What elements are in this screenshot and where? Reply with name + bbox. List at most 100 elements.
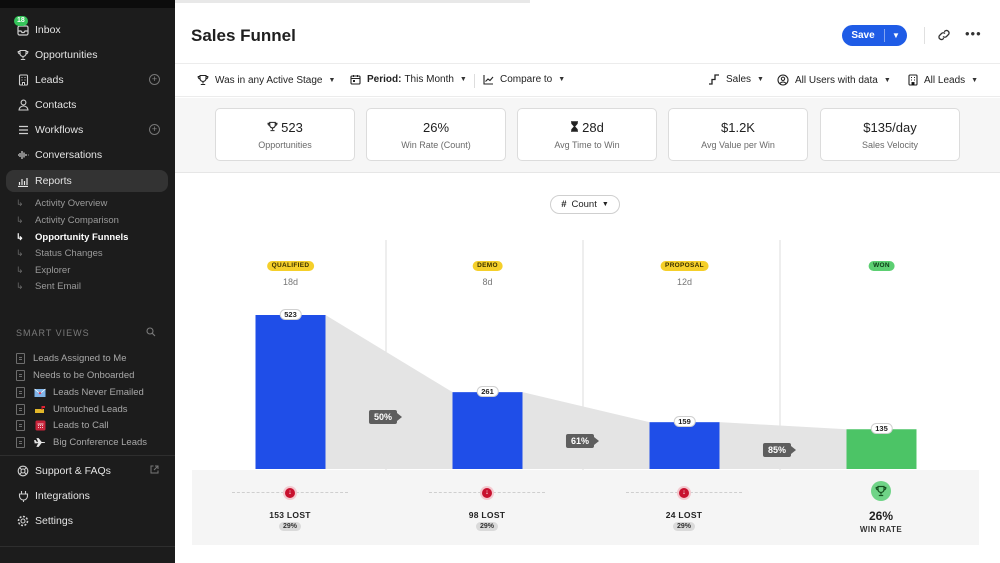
sub-item-label: Opportunity Funnels [35, 232, 129, 243]
subitem-arrow-icon: ↳ [16, 215, 24, 225]
stage-days: 18d [282, 277, 299, 287]
smart-view-item[interactable]: Leads to Call [16, 418, 108, 433]
sidebar-item-label: Integrations [35, 490, 90, 502]
bar-value-label: 261 [476, 386, 499, 398]
sidebar-item-label: Leads [35, 74, 64, 86]
airplane-icon [33, 437, 47, 448]
sidebar-item-reports[interactable]: Reports [6, 170, 168, 192]
sidebar-item-label: Support & FAQs [35, 465, 111, 477]
conversion-rate-tag: 61% [565, 434, 600, 449]
sidebar-item-settings[interactable]: Settings [6, 510, 168, 532]
report-opportunity-funnels[interactable]: ↳ Opportunity Funnels [16, 230, 128, 245]
gear-icon [16, 514, 30, 528]
bar-value-label: 523 [279, 309, 302, 320]
smart-view-item[interactable]: Untouched Leads [16, 402, 127, 417]
lost-percent: 29% [672, 522, 696, 531]
smart-views-title: SMART VIEWS [16, 328, 90, 338]
funnel-bar-proposal[interactable] [649, 422, 720, 469]
smart-view-item[interactable]: Leads Never Emailed [16, 385, 144, 400]
lost-count: 98 LOST [468, 510, 506, 520]
report-activity-overview[interactable]: ↳ Activity Overview [16, 196, 107, 211]
sidebar-item-inbox[interactable]: 18 Inbox [6, 16, 168, 41]
lifebuoy-icon [16, 464, 30, 478]
chart-icon [16, 174, 30, 188]
document-icon [16, 420, 25, 431]
sidebar-item-conversations[interactable]: Conversations [6, 144, 168, 166]
sidebar-item-label: Workflows [35, 124, 84, 136]
arrow-down-icon: ↓ [283, 486, 297, 500]
stage-tag: QUALIFIED [266, 261, 315, 271]
smart-view-item[interactable]: Needs to be Onboarded [16, 368, 134, 383]
lost-percent: 29% [278, 522, 302, 531]
person-icon [16, 98, 30, 112]
inbox-badge: 18 [14, 16, 28, 26]
list-icon [16, 123, 30, 137]
report-explorer[interactable]: ↳ Explorer [16, 263, 70, 278]
conversion-rate-tag: 50% [368, 410, 403, 425]
lost-panel: ↓ 153 LOST 29% ↓ 98 LOST 29% ↓ 24 LOST 2… [192, 470, 979, 545]
love-letter-icon [33, 388, 47, 398]
report-status-changes[interactable]: ↳ Status Changes [16, 246, 103, 261]
sidebar-item-label: Settings [35, 515, 73, 527]
sidebar-item-contacts[interactable]: Contacts [6, 94, 168, 116]
sidebar-item-integrations[interactable]: Integrations [6, 485, 168, 507]
smart-view-label: Leads Assigned to Me [33, 353, 127, 364]
sidebar-divider [0, 455, 175, 456]
lost-column: ↓ 98 LOST 29% [389, 470, 585, 545]
sub-item-label: Activity Comparison [35, 215, 119, 226]
document-icon [16, 437, 25, 448]
plug-icon [16, 489, 30, 503]
bar-value-label: 135 [870, 423, 893, 435]
stage-days: 8d [482, 277, 493, 287]
report-sent-email[interactable]: ↳ Sent Email [16, 279, 81, 294]
smart-view-item[interactable]: Big Conference Leads [16, 435, 147, 450]
document-icon [16, 353, 25, 364]
stage-days: 12d [676, 277, 693, 287]
sidebar: 18 Inbox Opportunities Leads + Contacts … [0, 0, 175, 563]
sidebar-item-leads[interactable]: Leads + [6, 69, 168, 91]
sidebar-divider [0, 546, 175, 547]
funnel-bar-won[interactable] [846, 429, 917, 469]
smart-view-label: Big Conference Leads [53, 437, 148, 448]
trophy-icon [16, 48, 30, 62]
sidebar-item-opportunities[interactable]: Opportunities [6, 44, 168, 66]
sidebar-topbar [0, 0, 175, 8]
trophy-icon [871, 481, 891, 501]
smart-view-label: Untouched Leads [53, 404, 128, 415]
stage-tag: DEMO [472, 261, 503, 271]
add-lead-icon[interactable]: + [149, 74, 160, 85]
funnel-connector [522, 392, 650, 469]
subitem-arrow-icon: ↳ [16, 198, 24, 208]
sidebar-item-support[interactable]: Support & FAQs [6, 460, 168, 482]
sidebar-item-label: Opportunities [35, 49, 98, 61]
search-icon[interactable] [146, 327, 156, 340]
funnel-bar-demo[interactable] [452, 392, 523, 469]
main-panel: Sales Funnel Save ▼ ••• Was in any Activ… [175, 0, 1000, 563]
bar-value-label: 159 [673, 416, 696, 428]
subitem-arrow-icon: ↳ [16, 232, 24, 242]
mailbox-icon [33, 405, 47, 415]
conversion-rate-tag: 85% [762, 442, 797, 457]
sidebar-item-label: Reports [35, 175, 72, 187]
smart-view-label: Leads to Call [53, 420, 109, 431]
sidebar-item-label: Inbox [35, 24, 61, 36]
document-icon [16, 370, 25, 381]
smart-view-label: Needs to be Onboarded [33, 370, 135, 381]
lost-count: 153 LOST [269, 510, 311, 520]
report-activity-comparison[interactable]: ↳ Activity Comparison [16, 213, 119, 228]
lost-column: ↓ 153 LOST 29% [192, 470, 388, 545]
sidebar-item-workflows[interactable]: Workflows + [6, 119, 168, 141]
building-icon [16, 73, 30, 87]
smart-view-label: Leads Never Emailed [53, 387, 144, 398]
lost-percent: 29% [475, 522, 499, 531]
win-rate-value: 26% [868, 509, 894, 523]
win-rate-column: 26% WIN RATE [783, 470, 979, 545]
waveform-icon [16, 148, 30, 162]
add-workflow-icon[interactable]: + [149, 124, 160, 135]
funnel-bar-qualified[interactable] [255, 315, 326, 469]
sub-item-label: Sent Email [35, 281, 81, 292]
smart-view-item[interactable]: Leads Assigned to Me [16, 351, 126, 366]
sidebar-item-label: Conversations [35, 149, 103, 161]
sidebar-item-label: Contacts [35, 99, 77, 111]
win-rate-label: WIN RATE [859, 525, 903, 534]
